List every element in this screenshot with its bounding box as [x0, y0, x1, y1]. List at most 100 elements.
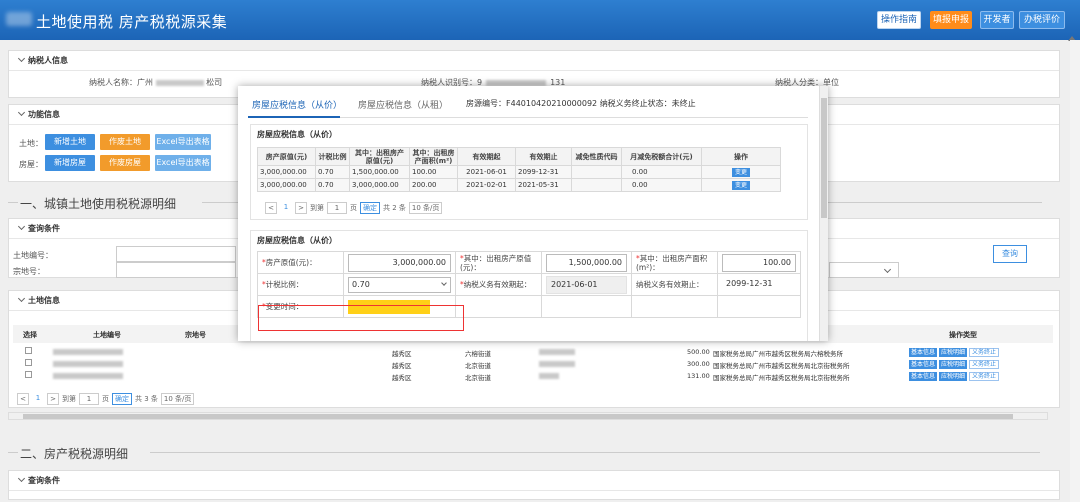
end-cell: 2099-12-31: [717, 273, 801, 296]
end-label: 纳税义务有效期止：: [631, 273, 718, 296]
land-no-input[interactable]: [116, 246, 236, 262]
page-size-select[interactable]: 10 条/页: [160, 393, 195, 405]
cell-office: 国家税务总局广州市越秀区税务局六榕税务所: [713, 350, 843, 358]
cell-area: 131.00: [687, 372, 710, 380]
query-button[interactable]: 查询: [993, 245, 1027, 263]
page-vertical-scrollbar[interactable]: [1070, 40, 1080, 502]
redacted-text: [539, 373, 559, 379]
query-select[interactable]: [829, 262, 899, 278]
void-house-button[interactable]: 作废房屋: [100, 155, 150, 171]
cell: 3,000,000.00: [257, 178, 316, 192]
confirm-button[interactable]: 确定: [112, 393, 132, 405]
modal-scrollbar[interactable]: [819, 86, 828, 341]
add-house-button[interactable]: 新增房屋: [45, 155, 95, 171]
tab-ad-valorem[interactable]: 房屋应税信息（从价）: [252, 98, 342, 111]
change-button[interactable]: 变更: [731, 180, 750, 190]
termination-status: 纳税义务终止状态：未终止: [599, 99, 696, 108]
tax-list-box: 房屋应税信息（从价） 房产原值(元) 计税比例 其中：出租房产原值(元) 其中：…: [250, 124, 808, 220]
rent-area-cell: 100.00: [717, 251, 801, 274]
rent-value-input[interactable]: 1,500,000.00: [546, 253, 627, 272]
basic-info-button[interactable]: 基本信息: [909, 372, 938, 381]
divider: [8, 202, 18, 203]
void-land-button[interactable]: 作废土地: [100, 134, 150, 150]
cell: 0.00: [621, 165, 702, 179]
page-size-select[interactable]: 10 条/页: [408, 202, 443, 214]
active-tab-indicator: [248, 116, 340, 118]
page-input[interactable]: 1: [79, 393, 99, 405]
next-page-button[interactable]: >: [47, 393, 59, 405]
declare-button[interactable]: 填报申报: [930, 11, 972, 29]
rent-area-input[interactable]: 100.00: [722, 253, 796, 272]
row-checkbox[interactable]: [25, 359, 32, 366]
row-checkbox[interactable]: [25, 371, 32, 378]
redacted-text: [539, 361, 575, 367]
taxpayer-name-suffix: 松司: [206, 78, 223, 87]
confirm-button[interactable]: 确定: [360, 202, 380, 214]
tab-rental[interactable]: 房屋应税信息（从租）: [358, 98, 448, 111]
guide-button[interactable]: 操作指南: [877, 11, 921, 29]
prev-page-button[interactable]: <: [265, 202, 277, 214]
col-start: 有效期起: [457, 147, 516, 166]
cell-district: 越秀区: [392, 374, 412, 382]
chevron-down-icon: [17, 474, 26, 483]
empty-cell: [455, 295, 542, 318]
current-page[interactable]: 1: [280, 202, 292, 214]
cell-office: 国家税务总局广州市越秀区税务局北京街税务所: [713, 374, 850, 382]
row-checkbox[interactable]: [25, 347, 32, 354]
redacted-text: [53, 349, 123, 355]
cell-street: 北京街道: [465, 362, 491, 370]
empty-cell: [631, 295, 718, 318]
export-land-button[interactable]: Excel导出表格: [155, 134, 211, 150]
terminate-button[interactable]: 义务终止: [969, 372, 1000, 381]
query2-panel-header[interactable]: 查询条件: [9, 471, 1059, 491]
cell-street: 六榕街道: [465, 350, 491, 358]
export-house-button[interactable]: Excel导出表格: [155, 155, 211, 171]
scrollbar-thumb[interactable]: [23, 414, 1013, 419]
current-page[interactable]: 1: [32, 393, 44, 405]
land-no-label: 土地编号：: [13, 251, 53, 260]
col-end: 有效期止: [515, 147, 572, 166]
start-label: 纳税义务有效期起：: [463, 280, 532, 289]
scrollbar-thumb[interactable]: [821, 98, 827, 218]
horizontal-scrollbar[interactable]: [8, 412, 1048, 420]
tax-detail-button[interactable]: 应税明细: [939, 360, 968, 369]
rent-area-label-cell: *其中：出租房产面积(m²)：: [631, 251, 718, 274]
highlight-frame: [258, 305, 464, 331]
modal-pager: <1 > 到第 1 页确定共 2 条 10 条/页: [265, 202, 445, 216]
page-unit: 页: [102, 395, 109, 403]
cell: 1,500,000.00: [349, 165, 410, 179]
ratio-label: 计税比例：: [265, 280, 304, 289]
parcel-label: 宗地号：: [13, 267, 45, 276]
evaluate-button[interactable]: 办税评价: [1019, 11, 1065, 29]
rent-value-label-cell: *其中：出租房产原值(元)：: [455, 251, 542, 274]
add-land-button[interactable]: 新增土地: [45, 134, 95, 150]
chevron-down-icon: [441, 279, 447, 286]
redacted-text: [155, 79, 204, 86]
developer-button[interactable]: 开发者: [980, 11, 1014, 29]
total-count: 共 2 条: [383, 204, 406, 212]
ratio-select[interactable]: 0.70: [348, 276, 451, 293]
section-label: 查询条件: [28, 224, 60, 233]
cell-operation: 变更: [701, 178, 781, 192]
section-label: 土地信息: [28, 296, 60, 305]
cell: 0.70: [315, 178, 350, 192]
next-page-button[interactable]: >: [295, 202, 307, 214]
tax-detail-button[interactable]: 应税明细: [939, 348, 968, 357]
tax-detail-button[interactable]: 应税明细: [939, 372, 968, 381]
taxpayer-panel-header[interactable]: 纳税人信息: [9, 51, 1059, 71]
original-value-input[interactable]: 3,000,000.00: [348, 253, 451, 272]
col-rent-value: 其中：出租房产原值(元): [349, 147, 410, 166]
parcel-input[interactable]: [116, 262, 236, 278]
col-rent-area: 其中：出租房产面积(m²): [409, 147, 458, 166]
page-input[interactable]: 1: [327, 202, 347, 214]
logo-icon: [6, 12, 32, 26]
basic-info-button[interactable]: 基本信息: [909, 360, 938, 369]
change-button[interactable]: 变更: [731, 167, 750, 177]
redacted-text: [53, 361, 123, 367]
prev-page-button[interactable]: <: [17, 393, 29, 405]
cell: 200.00: [409, 178, 458, 192]
terminate-button[interactable]: 义务终止: [969, 348, 1000, 357]
start-label-cell: *纳税义务有效期起：: [455, 273, 542, 296]
terminate-button[interactable]: 义务终止: [969, 360, 1000, 369]
basic-info-button[interactable]: 基本信息: [909, 348, 938, 357]
